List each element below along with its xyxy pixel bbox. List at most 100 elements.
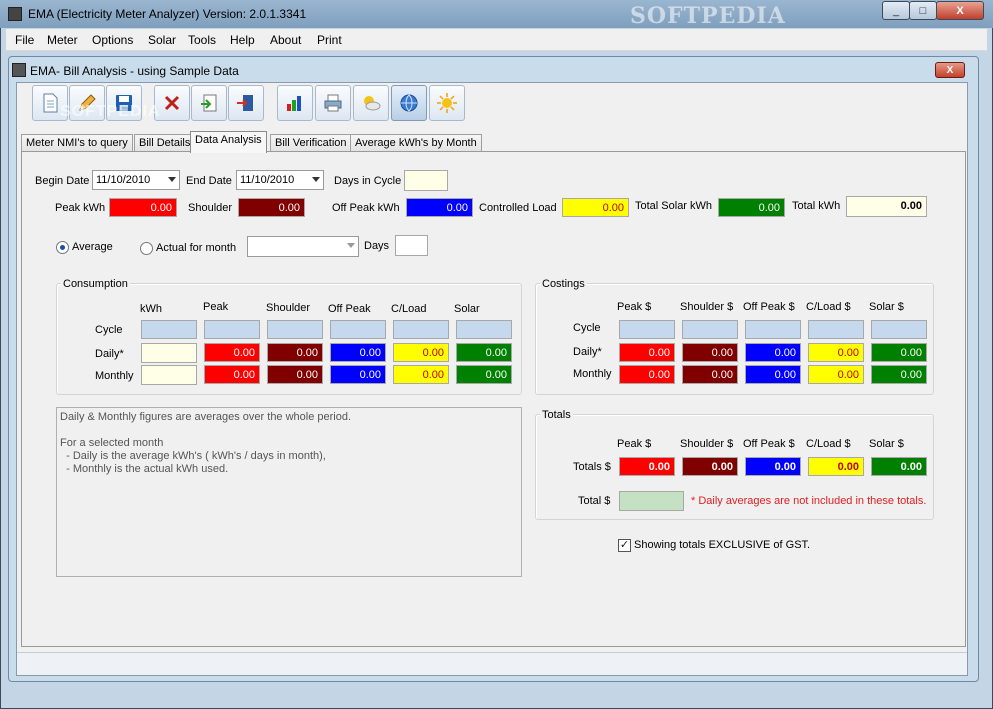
days-input[interactable]	[395, 235, 428, 256]
consumption-header-cload: C/Load	[391, 303, 427, 315]
totals-solar: 0.00	[871, 457, 927, 476]
status-bar	[17, 652, 967, 674]
begin-date-picker[interactable]: 11/10/2010	[92, 170, 180, 190]
totals-header-offpeak: Off Peak $	[743, 438, 795, 450]
total-kwh-value: 0.00	[846, 196, 927, 217]
total-kwh-label: Total kWh	[792, 200, 841, 212]
web-button[interactable]	[391, 85, 427, 121]
days-in-cycle-field	[404, 170, 448, 191]
shoulder-label: Shoulder	[188, 202, 233, 214]
app-icon[interactable]	[8, 7, 22, 21]
menu-help[interactable]: Help	[230, 33, 255, 47]
costings-cycle-peak	[619, 320, 675, 339]
exit-door-icon	[237, 95, 253, 111]
consumption-cycle-cload	[393, 320, 449, 339]
tab-bill-details[interactable]: Bill Details	[134, 134, 196, 152]
note-line	[60, 424, 518, 437]
close-window-button[interactable]: X	[936, 1, 984, 20]
consumption-monthly-peak: 0.00	[204, 365, 260, 384]
consumption-row-label-daily: Daily*	[95, 348, 124, 360]
consumption-monthly-kwh	[141, 365, 197, 385]
costings-title: Costings	[540, 278, 587, 290]
printer-icon	[324, 94, 342, 112]
exit-button[interactable]	[228, 85, 264, 121]
consumption-cycle-peak	[204, 320, 260, 339]
costings-header-offpeak: Off Peak $	[743, 301, 795, 313]
daily-averages-note: * Daily averages are not included in the…	[691, 495, 927, 507]
totals-row-label: Totals $	[573, 461, 611, 473]
costings-daily-shoulder: 0.00	[682, 343, 738, 362]
days-label: Days	[364, 240, 390, 252]
costings-daily-solar: 0.00	[871, 343, 927, 362]
off-peak-kwh-label: Off Peak kWh	[332, 202, 400, 214]
chart-button[interactable]	[277, 85, 313, 121]
consumption-daily-solar: 0.00	[456, 343, 512, 362]
costings-header-cload: C/Load $	[806, 301, 851, 313]
note-line: - Monthly is the actual kWh used.	[60, 463, 229, 475]
consumption-daily-kwh	[141, 343, 197, 363]
consumption-monthly-solar: 0.00	[456, 365, 512, 384]
consumption-cycle-kwh	[141, 320, 197, 339]
import-button[interactable]	[191, 85, 227, 121]
month-select[interactable]	[247, 236, 359, 257]
end-date-picker[interactable]: 11/10/2010	[236, 170, 324, 190]
maximize-button[interactable]: □	[909, 1, 937, 20]
costings-cycle-solar	[871, 320, 927, 339]
menu-file[interactable]: File	[15, 33, 34, 47]
actual-for-month-radio[interactable]	[140, 242, 153, 255]
minimize-button[interactable]: _	[882, 1, 910, 20]
chevron-down-icon	[347, 243, 355, 248]
average-label: Average	[72, 241, 113, 253]
menu-print[interactable]: Print	[317, 33, 342, 47]
print-button[interactable]	[315, 85, 351, 121]
totals-peak: 0.00	[619, 457, 675, 476]
consumption-daily-cload: 0.00	[393, 343, 449, 362]
costings-daily-peak: 0.00	[619, 343, 675, 362]
tab-meter-nmis[interactable]: Meter NMI's to query	[21, 134, 133, 152]
bar-chart-icon	[287, 96, 301, 111]
child-close-button[interactable]: X	[935, 62, 965, 78]
menu-solar[interactable]: Solar	[148, 33, 176, 47]
delete-x-icon	[164, 95, 180, 111]
toolbar-watermark: SOFTPEDIA	[60, 103, 161, 120]
menu-meter[interactable]: Meter	[47, 33, 78, 47]
consumption-row-label-cycle: Cycle	[95, 324, 123, 336]
peak-kwh-value: 0.00	[109, 198, 177, 217]
costings-monthly-cload: 0.00	[808, 365, 864, 384]
peak-kwh-label: Peak kWh	[55, 202, 106, 214]
weather-sun-cloud-icon	[364, 96, 381, 111]
end-date-label: End Date	[186, 175, 232, 187]
total-dollar-label: Total $	[578, 495, 611, 507]
costings-daily-offpeak: 0.00	[745, 343, 801, 362]
note-line: Daily & Monthly figures are averages ove…	[60, 411, 352, 423]
note-line: - Daily is the average kWh's ( kWh's / d…	[60, 450, 326, 462]
menu-options[interactable]: Options	[92, 33, 133, 47]
costings-cycle-offpeak	[745, 320, 801, 339]
menu-tools[interactable]: Tools	[188, 33, 216, 47]
average-radio[interactable]	[56, 241, 69, 254]
consumption-cycle-shoulder	[267, 320, 323, 339]
consumption-row-label-monthly: Monthly	[95, 370, 134, 382]
tab-bill-verification[interactable]: Bill Verification	[270, 134, 352, 152]
gst-checkbox[interactable]: ✓	[618, 539, 631, 552]
total-solar-kwh-value: 0.00	[718, 198, 785, 217]
solar-button[interactable]	[429, 85, 465, 121]
menu-about[interactable]: About	[270, 33, 301, 47]
actual-for-month-label: Actual for month	[156, 242, 237, 254]
totals-offpeak: 0.00	[745, 457, 801, 476]
child-window-icon[interactable]	[12, 63, 26, 77]
sun-icon	[437, 93, 457, 113]
consumption-header-kwh: kWh	[140, 303, 162, 315]
days-in-cycle-label: Days in Cycle	[334, 175, 402, 187]
costings-header-solar: Solar $	[869, 301, 904, 313]
costings-cycle-shoulder	[682, 320, 738, 339]
totals-header-solar: Solar $	[869, 438, 904, 450]
consumption-daily-peak: 0.00	[204, 343, 260, 362]
weather-button[interactable]	[353, 85, 389, 121]
consumption-header-solar: Solar	[454, 303, 480, 315]
tab-average-kwh-by-month[interactable]: Average kWh's by Month	[350, 134, 482, 152]
tab-data-analysis[interactable]: Data Analysis	[190, 131, 267, 153]
consumption-daily-offpeak: 0.00	[330, 343, 386, 362]
consumption-daily-shoulder: 0.00	[267, 343, 323, 362]
consumption-header-offpeak: Off Peak	[328, 303, 371, 315]
